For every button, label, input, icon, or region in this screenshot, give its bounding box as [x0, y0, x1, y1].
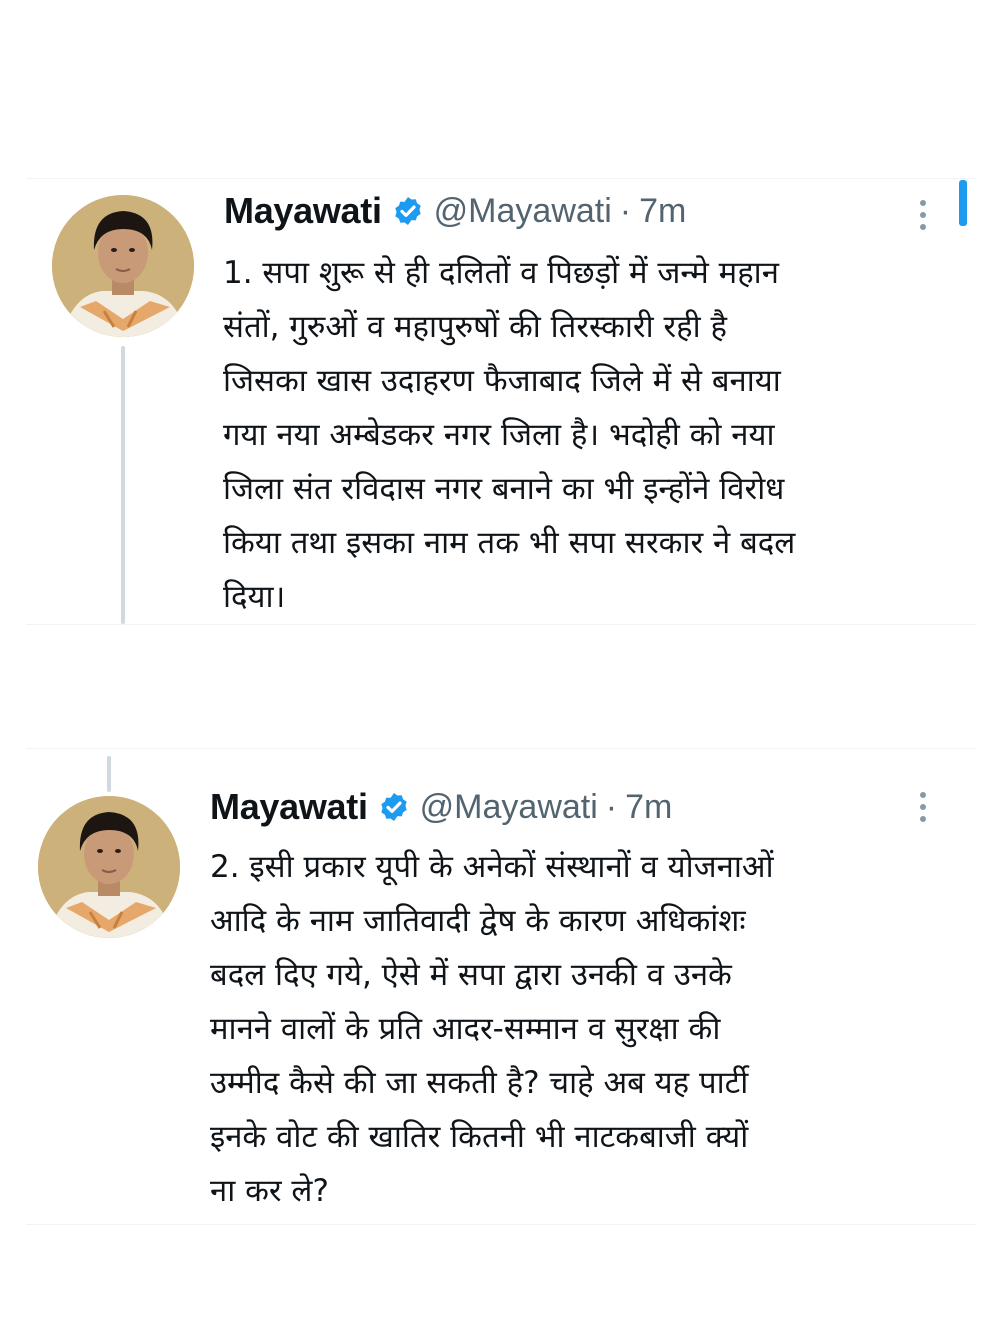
avatar[interactable]	[52, 195, 194, 337]
tweet-header: Mayawati @Mayawati · 7m	[210, 786, 672, 828]
divider	[26, 178, 976, 179]
scrollbar-thumb[interactable]	[959, 180, 967, 226]
divider	[26, 1224, 976, 1225]
tweet-card-2[interactable]: Mayawati @Mayawati · 7m 2. इसी प्रकार यू…	[26, 748, 976, 1228]
separator-dot: ·	[619, 191, 632, 230]
verified-badge-icon	[395, 197, 421, 225]
divider	[26, 748, 976, 749]
tweet-text: 2. इसी प्रकार यूपी के अनेकों संस्थानों व…	[210, 849, 774, 1209]
thread-connector-line	[107, 756, 111, 792]
timestamp[interactable]: 7m	[639, 192, 686, 231]
avatar-photo	[38, 796, 180, 938]
thread-connector-line	[121, 346, 125, 624]
author-name[interactable]: Mayawati	[210, 786, 368, 828]
divider	[26, 624, 976, 625]
author-name[interactable]: Mayawati	[224, 190, 382, 232]
more-options-icon[interactable]	[919, 200, 927, 236]
timestamp[interactable]: 7m	[625, 788, 672, 827]
tweet-card-1[interactable]: Mayawati @Mayawati · 7m 1. सपा शुरू से ह…	[26, 178, 976, 628]
separator-dot: ·	[605, 787, 618, 826]
avatar-photo	[52, 195, 194, 337]
verified-badge-icon	[381, 793, 407, 821]
author-handle[interactable]: @Mayawati	[434, 192, 612, 231]
avatar[interactable]	[38, 796, 180, 938]
author-handle[interactable]: @Mayawati	[420, 788, 598, 827]
tweet-header: Mayawati @Mayawati · 7m	[224, 190, 686, 232]
tweet-text: 1. सपा शुरू से ही दलितों व पिछड़ों में ज…	[223, 255, 796, 615]
more-options-icon[interactable]	[919, 792, 927, 828]
